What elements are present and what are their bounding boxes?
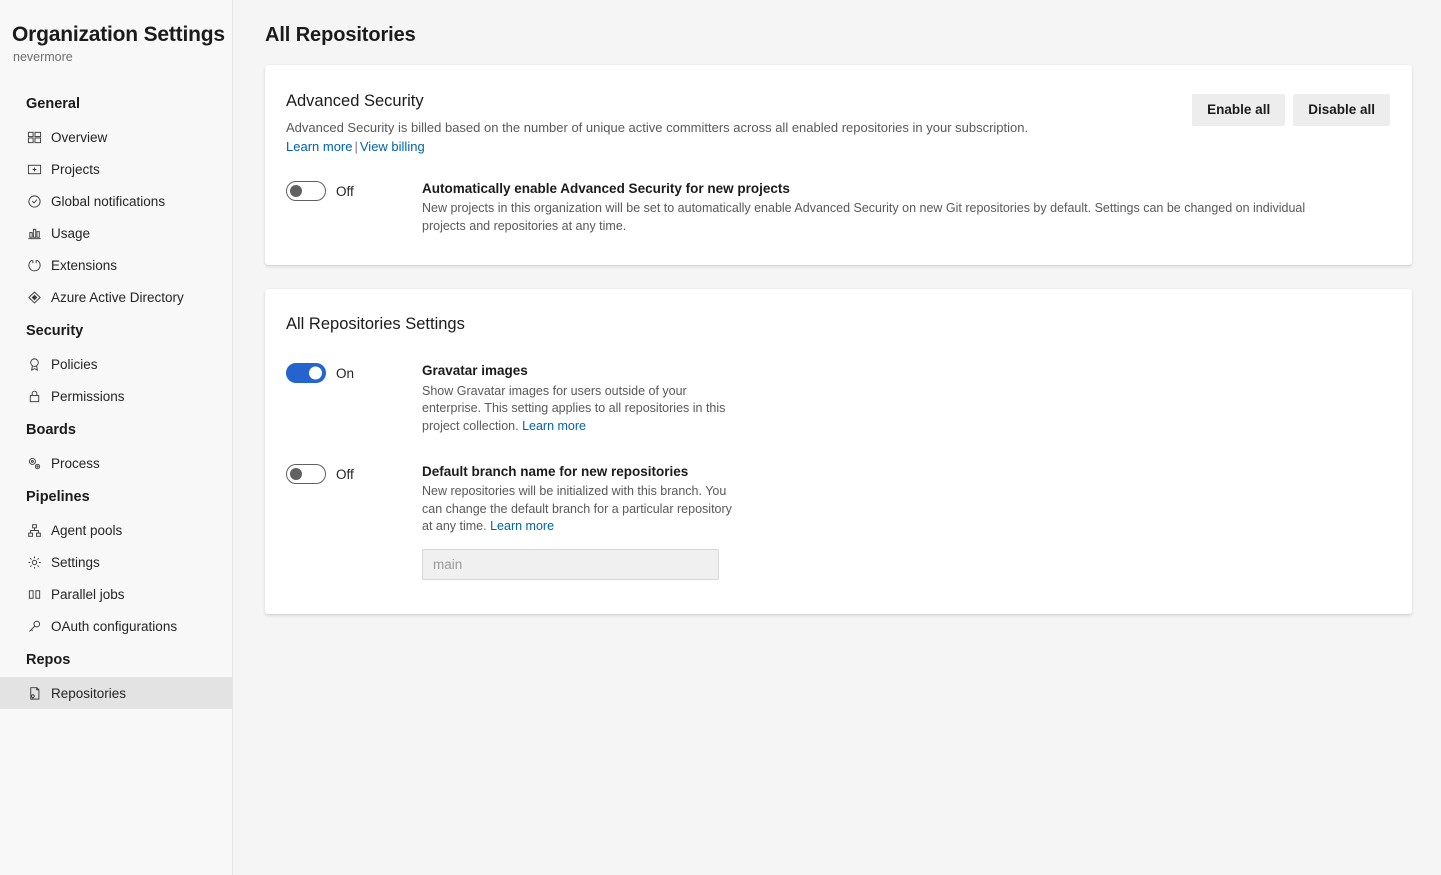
sidebar-item-label: Agent pools [51, 523, 122, 538]
sidebar-item-overview[interactable]: Overview [0, 121, 232, 153]
auto-enable-description: New projects in this organization will b… [422, 200, 1352, 235]
agent-pools-icon [26, 522, 42, 538]
default-branch-name-input[interactable] [422, 549, 719, 580]
learn-more-link[interactable]: Learn more [286, 139, 352, 154]
sidebar-item-label: Policies [51, 357, 98, 372]
default-branch-name-row: Off Default branch name for new reposito… [265, 435, 1412, 614]
toggle-knob [290, 468, 302, 480]
sidebar-item-policies[interactable]: Policies [0, 348, 232, 380]
main-content: All Repositories Advanced Security Advan… [233, 0, 1441, 875]
policies-ribbon-icon [26, 356, 42, 372]
sidebar-item-parallel-jobs[interactable]: Parallel jobs [0, 578, 232, 610]
sidebar-item-label: Overview [51, 130, 107, 145]
gravatar-images-row: On Gravatar images Show Gravatar images … [265, 334, 1412, 435]
gravatar-text: Gravatar images Show Gravatar images for… [422, 362, 1391, 435]
organization-name: nevermore [0, 47, 232, 64]
sidebar-item-repositories[interactable]: Repositories [0, 677, 232, 709]
advanced-security-header: Advanced Security Advanced Security is b… [265, 65, 1412, 154]
repository-icon [26, 685, 42, 701]
advanced-security-card: Advanced Security Advanced Security is b… [265, 65, 1412, 265]
overview-icon [26, 129, 42, 145]
process-gear-icon [26, 455, 42, 471]
sidebar-item-label: Global notifications [51, 194, 165, 209]
sidebar-item-global-notifications[interactable]: Global notifications [0, 185, 232, 217]
azure-ad-icon [26, 289, 42, 305]
gravatar-label: Gravatar images [422, 362, 1391, 380]
default-branch-description: New repositories will be initialized wit… [422, 483, 740, 536]
sidebar-item-process[interactable]: Process [0, 447, 232, 479]
disable-all-button[interactable]: Disable all [1293, 94, 1390, 126]
nav-group-general: General [0, 86, 232, 121]
auto-enable-advanced-security-toggle[interactable] [286, 181, 326, 201]
nav-group-boards: Boards [0, 412, 232, 447]
notification-icon [26, 193, 42, 209]
default-branch-toggle-cell: Off [286, 463, 422, 484]
view-billing-link[interactable]: View billing [360, 139, 425, 154]
gear-icon [26, 554, 42, 570]
app-root: Organization Settings nevermore General … [0, 0, 1441, 875]
default-branch-label: Default branch name for new repositories [422, 463, 1391, 481]
advanced-security-title: Advanced Security [286, 91, 1192, 112]
nav-group-repos: Repos [0, 642, 232, 677]
lock-icon [26, 388, 42, 404]
auto-enable-label: Automatically enable Advanced Security f… [422, 180, 1390, 198]
advanced-security-links: Learn more|View billing [286, 139, 1192, 154]
sidebar-item-label: Parallel jobs [51, 587, 125, 602]
key-icon [26, 618, 42, 634]
sidebar-item-settings[interactable]: Settings [0, 546, 232, 578]
nav-group-security: Security [0, 313, 232, 348]
link-separator: | [352, 139, 359, 154]
extensions-icon [26, 257, 42, 273]
default-branch-name-toggle[interactable] [286, 464, 326, 484]
sidebar-item-label: Permissions [51, 389, 125, 404]
usage-chart-icon [26, 225, 42, 241]
nav-group-pipelines: Pipelines [0, 479, 232, 514]
default-branch-toggle-state: Off [336, 467, 354, 482]
gravatar-learn-more-link[interactable]: Learn more [522, 419, 586, 433]
page-title-all-repositories: All Repositories [265, 0, 1412, 65]
sidebar-item-label: Usage [51, 226, 90, 241]
sidebar-item-label: Repositories [51, 686, 126, 701]
gravatar-description: Show Gravatar images for users outside o… [422, 383, 740, 436]
sidebar-item-label: Azure Active Directory [51, 290, 184, 305]
auto-enable-advanced-security-row: Off Automatically enable Advanced Securi… [265, 154, 1412, 265]
default-branch-description-text: New repositories will be initialized wit… [422, 484, 732, 533]
advanced-security-header-text: Advanced Security Advanced Security is b… [286, 91, 1192, 154]
sidebar-item-permissions[interactable]: Permissions [0, 380, 232, 412]
gravatar-toggle-cell: On [286, 362, 422, 383]
sidebar-item-projects[interactable]: Projects [0, 153, 232, 185]
sidebar-item-extensions[interactable]: Extensions [0, 249, 232, 281]
sidebar-item-label: Projects [51, 162, 100, 177]
all-repositories-settings-title: All Repositories Settings [265, 289, 1412, 334]
sidebar-item-label: Process [51, 456, 100, 471]
sidebar-item-label: OAuth configurations [51, 619, 177, 634]
default-branch-learn-more-link[interactable]: Learn more [490, 519, 554, 533]
gravatar-toggle-state: On [336, 366, 354, 381]
gravatar-images-toggle[interactable] [286, 363, 326, 383]
sidebar-item-azure-active-directory[interactable]: Azure Active Directory [0, 281, 232, 313]
parallel-jobs-icon [26, 586, 42, 602]
auto-enable-toggle-state: Off [336, 184, 354, 199]
sidebar-item-usage[interactable]: Usage [0, 217, 232, 249]
toggle-knob [309, 367, 322, 380]
auto-enable-toggle-cell: Off [286, 180, 422, 201]
default-branch-text: Default branch name for new repositories… [422, 463, 1391, 580]
all-repositories-settings-card: All Repositories Settings On Gravatar im… [265, 289, 1412, 613]
enable-all-button[interactable]: Enable all [1192, 94, 1285, 126]
sidebar-item-oauth-configurations[interactable]: OAuth configurations [0, 610, 232, 642]
sidebar-item-label: Extensions [51, 258, 117, 273]
sidebar-nav: General Overview Projects Global notific… [0, 86, 232, 709]
toggle-knob [290, 185, 302, 197]
sidebar-item-agent-pools[interactable]: Agent pools [0, 514, 232, 546]
advanced-security-actions: Enable all Disable all [1192, 91, 1390, 154]
sidebar-item-label: Settings [51, 555, 100, 570]
sidebar: Organization Settings nevermore General … [0, 0, 233, 875]
page-title-organization-settings: Organization Settings [0, 0, 232, 47]
auto-enable-text: Automatically enable Advanced Security f… [422, 180, 1390, 235]
advanced-security-description: Advanced Security is billed based on the… [286, 119, 1192, 137]
projects-icon [26, 161, 42, 177]
